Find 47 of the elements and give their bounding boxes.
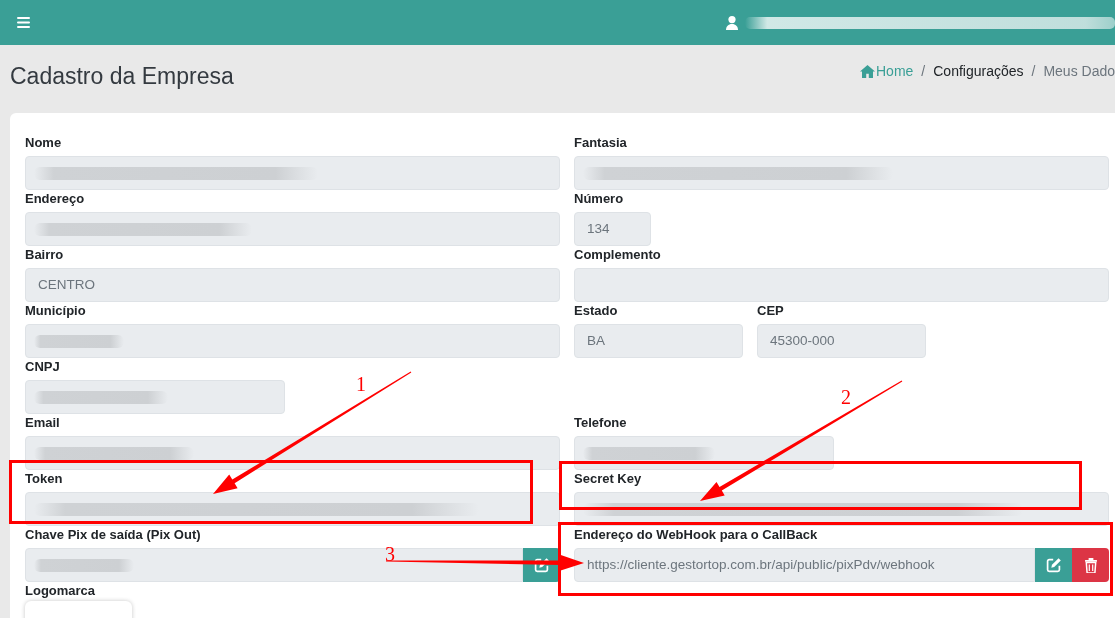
input-field[interactable] (25, 212, 560, 246)
field-label: Número (574, 190, 625, 208)
input-field[interactable] (574, 156, 1109, 190)
field-label: Chave Pix de saída (Pix Out) (25, 526, 202, 544)
edit-icon (1045, 557, 1062, 573)
user-icon (726, 15, 738, 30)
breadcrumb-current: Meus Dado (1043, 62, 1115, 81)
page-title: Cadastro da Empresa (10, 62, 234, 90)
input-field[interactable] (25, 380, 285, 414)
input-field[interactable]: 134 (574, 212, 651, 246)
input-field[interactable] (25, 324, 560, 358)
input-field[interactable]: BA (574, 324, 743, 358)
input-field[interactable] (25, 548, 523, 582)
field-label: Complemento (574, 246, 662, 264)
field-label: Endereço (25, 190, 86, 208)
annotation-number: 1 (356, 373, 366, 395)
input-field[interactable] (25, 492, 560, 526)
field-label: Nome (25, 134, 63, 152)
input-field[interactable] (25, 156, 560, 190)
field-label: Estado (574, 302, 619, 320)
field-label: Secret Key (574, 470, 643, 488)
breadcrumb-separator: / (1030, 62, 1037, 81)
field-label: Bairro (25, 246, 65, 264)
delete-button[interactable] (1072, 548, 1109, 582)
edit-button[interactable] (1035, 548, 1072, 582)
menu-icon[interactable] (17, 17, 30, 28)
field-label: Município (25, 302, 87, 320)
field-label: Telefone (574, 414, 628, 432)
annotation-number: 3 (385, 543, 395, 565)
input-field[interactable]: 45300-000 (757, 324, 926, 358)
field-label: CEP (757, 302, 785, 320)
breadcrumb-separator: / (920, 62, 927, 81)
input-field[interactable]: CENTRO (25, 268, 560, 302)
field-label: Fantasia (574, 134, 628, 152)
trash-icon (1083, 557, 1098, 573)
breadcrumb-link[interactable]: Configurações (933, 61, 1024, 81)
field-label: Email (25, 414, 61, 432)
home-icon (860, 64, 875, 78)
breadcrumb-link[interactable]: Home (860, 61, 914, 81)
field-label: Logomarca (25, 582, 97, 600)
field-label: CNPJ (25, 358, 61, 376)
field-label: Endereço do WebHook para o CallBack (574, 526, 819, 544)
input-field[interactable]: https://cliente.gestortop.com.br/api/public/pixPdv/webhook (574, 548, 1035, 582)
annotation-number: 2 (841, 386, 851, 408)
field-label: Token (25, 470, 64, 488)
input-field[interactable] (574, 436, 834, 470)
input-field[interactable] (574, 268, 1109, 302)
